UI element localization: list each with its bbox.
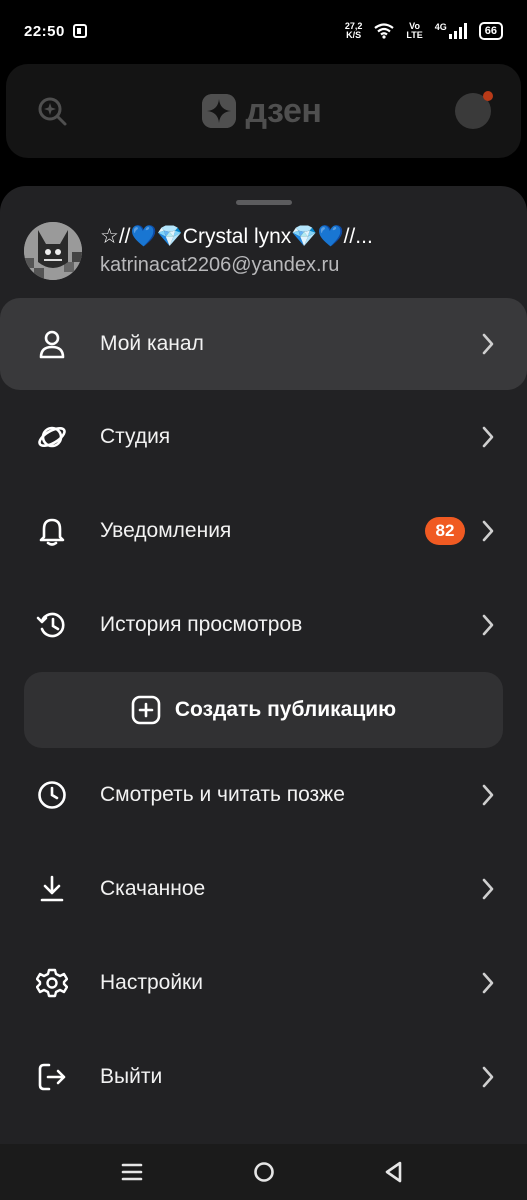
menu-item-label: Уведомления	[100, 519, 232, 542]
menu-item-label: Настройки	[100, 971, 203, 994]
drag-handle[interactable]	[235, 200, 292, 205]
menu-item-label: Мой канал	[100, 332, 204, 355]
menu-item-label: История просмотров	[100, 613, 303, 636]
download-icon	[40, 875, 64, 902]
search-icon[interactable]	[36, 95, 68, 127]
chevron-right-icon	[482, 1066, 494, 1088]
notification-count-badge: 82	[425, 517, 465, 545]
menu-item-my-channel[interactable]: Мой канал	[0, 298, 527, 390]
system-nav-bar	[0, 1144, 527, 1200]
back-icon[interactable]	[382, 1160, 406, 1184]
chevron-right-icon	[482, 614, 494, 636]
avatar-icon[interactable]	[455, 91, 493, 129]
network-type: 4G	[434, 22, 447, 32]
chevron-right-icon	[482, 972, 494, 994]
volte-indicator: Vo LTE	[406, 22, 422, 40]
menu-item-label: Студия	[100, 425, 171, 448]
menu-item-logout[interactable]: Выйти	[0, 1030, 527, 1124]
create-publication-button[interactable]: Создать публикацию	[24, 672, 503, 748]
zen-logo[interactable]: дзен	[201, 91, 322, 131]
menu-item-history[interactable]: История просмотров	[0, 578, 527, 672]
logo-text: дзен	[245, 91, 322, 130]
profile-header[interactable]: ☆//💙💎Crystal lynx💎💙//... katrinacat2206@…	[24, 222, 373, 280]
network-speed-unit: K/S	[346, 30, 362, 40]
home-icon[interactable]	[252, 1160, 276, 1184]
chevron-right-icon	[482, 784, 494, 806]
chevron-right-icon	[482, 333, 494, 355]
plus-square-icon	[131, 695, 161, 725]
volte-bottom: LTE	[406, 30, 423, 40]
create-publication-label: Создать публикацию	[174, 698, 397, 721]
gear-icon	[36, 968, 68, 998]
avatar	[24, 222, 82, 280]
menu-item-label: Скачанное	[100, 877, 206, 900]
clock-icon	[38, 781, 66, 809]
menu-item-label: Выйти	[100, 1065, 163, 1088]
menu-item-notifications[interactable]: Уведомления 82	[0, 484, 527, 578]
status-time: 22:50	[24, 22, 65, 40]
chevron-right-icon	[482, 520, 494, 542]
menu-icon[interactable]	[120, 1160, 144, 1184]
chevron-right-icon	[482, 878, 494, 900]
menu-item-studio[interactable]: Студия	[0, 390, 527, 484]
menu-item-settings[interactable]: Настройки	[0, 936, 527, 1030]
menu-list: Мой канал Студия Уведомления 82 История …	[0, 298, 527, 1124]
history-icon	[36, 612, 65, 638]
account-menu-sheet: ☆//💙💎Crystal lynx💎💙//... katrinacat2206@…	[0, 186, 527, 1146]
zen-logo-icon	[201, 94, 236, 128]
chevron-right-icon	[482, 426, 494, 448]
app-notification-icon	[72, 24, 87, 38]
signal-icon	[448, 23, 467, 39]
studio-icon	[38, 426, 66, 448]
person-icon	[39, 330, 65, 359]
profile-name: ☆//💙💎Crystal lynx💎💙//...	[100, 225, 373, 248]
profile-email: katrinacat2206@yandex.ru	[100, 254, 340, 276]
menu-item-label: Смотреть и читать позже	[100, 783, 345, 806]
battery-icon: 66	[478, 22, 503, 40]
menu-item-watch-later[interactable]: Смотреть и читать позже	[0, 748, 527, 842]
wifi-icon	[374, 23, 395, 39]
bell-icon	[39, 518, 65, 546]
logout-icon	[38, 1063, 66, 1091]
top-header: дзен	[6, 64, 521, 158]
menu-item-downloads[interactable]: Скачанное	[0, 842, 527, 936]
network-speed: 27,2 K/S	[345, 22, 363, 40]
status-bar: 22:50 27,2 K/S Vo LTE 4G 66	[0, 0, 527, 62]
